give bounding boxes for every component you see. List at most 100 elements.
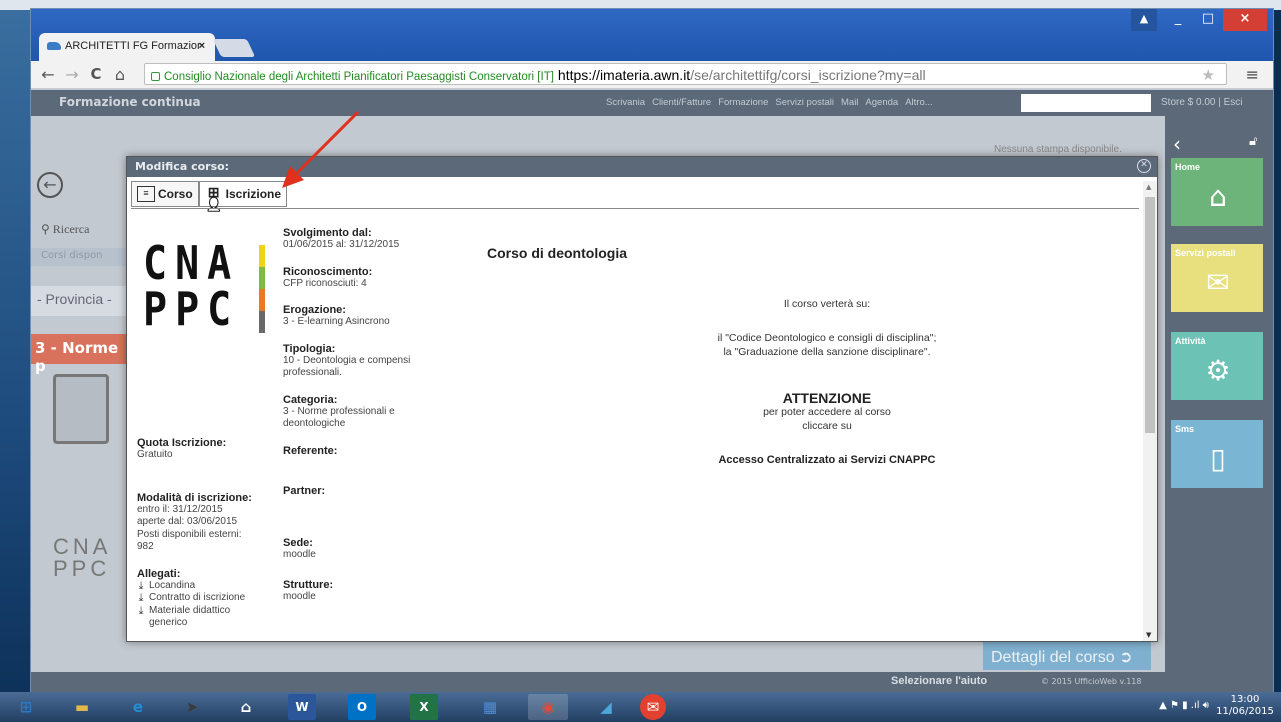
chevron-left-icon[interactable]: ‹: [1173, 132, 1181, 156]
logo-line1: CNA: [143, 237, 240, 291]
close-icon[interactable]: ✕: [1137, 159, 1151, 173]
dialog-tabs: ≡ Corso ⊞👤︎ Iscrizione: [131, 181, 288, 212]
app-header: Formazione continua Scrivania Clienti/Fat…: [31, 90, 1273, 116]
menu-item-mail[interactable]: Mail: [841, 97, 858, 108]
taskbar-explorer-icon[interactable]: ▬: [62, 694, 102, 720]
download-icon: ⤓: [138, 578, 144, 592]
attachment-materiale[interactable]: ⤓ Materiale didattico generico: [137, 605, 267, 630]
clock-date: 11/06/2015: [1216, 706, 1274, 717]
modalita-line: 982: [137, 541, 154, 552]
back-circle-icon[interactable]: ←: [37, 172, 63, 198]
field-label: Categoria:: [283, 393, 338, 406]
scroll-up-icon[interactable]: ▲: [1146, 183, 1151, 191]
field-label: Riconoscimento:: [283, 265, 373, 278]
taskbar-note-icon[interactable]: ◢: [586, 694, 626, 720]
taskbar-word-icon[interactable]: W: [288, 694, 316, 720]
store-balance[interactable]: Store $ 0.00 | Esci: [1161, 97, 1243, 108]
menu-item-servizi-postali[interactable]: Servizi postali: [775, 97, 834, 108]
scroll-down-icon[interactable]: ▼: [1146, 631, 1151, 639]
course-details-button[interactable]: Dettagli del corso ➲: [983, 642, 1151, 670]
dialog-title: Modifica corso:: [135, 160, 230, 173]
browser-toolbar: ← → C ⌂ Consiglio Nazionale degli Archit…: [31, 61, 1273, 89]
close-window-button[interactable]: ×: [1223, 9, 1267, 31]
new-tab-button[interactable]: [212, 39, 256, 57]
province-select[interactable]: - Provincia -: [31, 286, 126, 316]
address-bar[interactable]: Consiglio Nazionale degli Architetti Pia…: [144, 63, 1227, 85]
field-categoria: Categoria: 3 - Norme professionali e deon…: [283, 394, 463, 431]
course-thumbnail-logo[interactable]: CNA PPC: [53, 536, 123, 596]
taskbar-excel-icon[interactable]: X: [410, 694, 438, 720]
maximize-button[interactable]: □: [1193, 9, 1223, 31]
desktop-background: [0, 0, 30, 722]
taskbar-mail-icon[interactable]: ✉: [640, 694, 666, 720]
tab-close-button[interactable]: ×: [199, 40, 205, 52]
back-arrow-icon[interactable]: ←: [37, 65, 59, 84]
right-sidebar: ‹ 🔓︎ Home ⌂ Servizi postali ✉ Attività ⚙…: [1165, 116, 1273, 690]
field-tipologia: Tipologia: 10 - Deontologia e compensi pr…: [283, 343, 463, 380]
envelope-icon: ✉: [1206, 266, 1230, 299]
unlock-icon[interactable]: 🔓︎: [1249, 134, 1257, 149]
taskbar-chrome-icon[interactable]: ◉: [528, 694, 568, 720]
menu-item-formazione[interactable]: Formazione: [718, 97, 768, 108]
sidebar-tile-sms[interactable]: Sms ▯: [1171, 420, 1263, 488]
browser-tab[interactable]: ARCHITETTI FG Formazior ×: [39, 33, 215, 61]
tile-label: Home: [1175, 162, 1201, 172]
attention-line: per poter accedere al corso: [763, 406, 891, 418]
menu-item-clienti[interactable]: Clienti/Fatture: [652, 97, 711, 108]
search-link[interactable]: ⚲ Ricerca: [41, 222, 89, 237]
modalita-label: Modalità di iscrizione:: [137, 491, 252, 504]
access-link[interactable]: Accesso Centralizzato ai Servizi CNAPPC: [627, 453, 1027, 467]
taskbar-ie-icon[interactable]: e: [118, 694, 158, 720]
menu-item-altro[interactable]: Altro...: [905, 97, 932, 108]
tab-corso[interactable]: ≡ Corso: [131, 181, 199, 207]
tab-iscrizione[interactable]: ⊞👤︎ Iscrizione: [198, 181, 288, 212]
attachment-label: Contratto di iscrizione: [149, 592, 246, 603]
modalita-line: Posti disponibili esterni:: [137, 528, 242, 540]
taskbar-clock[interactable]: 13:00 11/06/2015: [1215, 694, 1275, 718]
dialog-scrollbar[interactable]: ▲ ▼: [1143, 181, 1157, 641]
browser-window: ARCHITETTI FG Formazior × ▲ _ □ × ← → C …: [30, 8, 1274, 692]
tile-label: Servizi postali: [1175, 248, 1236, 258]
field-label: Svolgimento dal:: [283, 227, 372, 239]
tab-title: ARCHITETTI FG Formazior: [65, 40, 201, 52]
menu-item-agenda[interactable]: Agenda: [865, 97, 898, 108]
taskbar-bird-icon[interactable]: ➤: [172, 694, 212, 720]
taskbar-control-icon[interactable]: ▦: [470, 694, 510, 720]
course-thumbnail-icon[interactable]: [53, 374, 109, 444]
sidebar-tile-servizi-postali[interactable]: Servizi postali ✉: [1171, 244, 1263, 312]
bookmark-star-icon[interactable]: ★: [1202, 66, 1215, 84]
user-icon[interactable]: ▲: [1131, 9, 1157, 31]
home-icon[interactable]: ⌂: [109, 65, 131, 84]
attachment-label: Materiale didattico generico: [149, 604, 231, 629]
forward-arrow-icon[interactable]: →: [61, 65, 83, 84]
search-label: Ricerca: [52, 222, 90, 236]
reload-icon[interactable]: C: [85, 65, 107, 83]
add-user-icon: ⊞👤︎: [204, 184, 223, 212]
attachment-locandina[interactable]: ⤓ Locandina: [137, 580, 267, 593]
sidebar-tile-home[interactable]: Home ⌂: [1171, 158, 1263, 226]
field-label: Sede:: [283, 536, 313, 549]
taskbar-outlook-icon[interactable]: O: [348, 694, 376, 720]
system-tray[interactable]: ▲ ⚑ ▮ .ıl 🔊︎: [1159, 700, 1209, 711]
course-description: Il corso verterà su: il "Codice Deontolo…: [627, 297, 1027, 467]
app-statusbar: Selezionare l'aiuto © 2015 UfficioWeb v.…: [31, 672, 1273, 692]
logo-line2: PPC: [143, 283, 240, 337]
taskbar-start-icon[interactable]: ⊞: [6, 694, 46, 720]
browser-menu-icon[interactable]: ≡: [1246, 65, 1259, 84]
field-value: moodle: [283, 548, 316, 560]
scroll-thumb[interactable]: [1145, 197, 1155, 433]
menu-item-scrivania[interactable]: Scrivania: [606, 97, 645, 108]
header-search-box[interactable]: [1021, 94, 1151, 112]
field-sede: Sede: moodle: [283, 537, 463, 562]
minimize-button[interactable]: _: [1163, 9, 1193, 31]
tile-label: Attività: [1175, 336, 1206, 346]
phone-icon: ▯: [1210, 442, 1226, 475]
sidebar-tile-attivita[interactable]: Attività ⚙: [1171, 332, 1263, 400]
app-title[interactable]: Formazione continua: [59, 95, 201, 109]
attachment-contratto[interactable]: ⤓ Contratto di iscrizione: [137, 592, 267, 605]
cnappc-logo: CNA PPC: [143, 238, 273, 337]
field-value: 10 - Deontologia e compensi professional…: [283, 354, 411, 379]
help-selector[interactable]: Selezionare l'aiuto: [891, 675, 987, 687]
taskbar-home-icon[interactable]: ⌂: [226, 694, 266, 720]
cloud-icon: [47, 42, 61, 51]
